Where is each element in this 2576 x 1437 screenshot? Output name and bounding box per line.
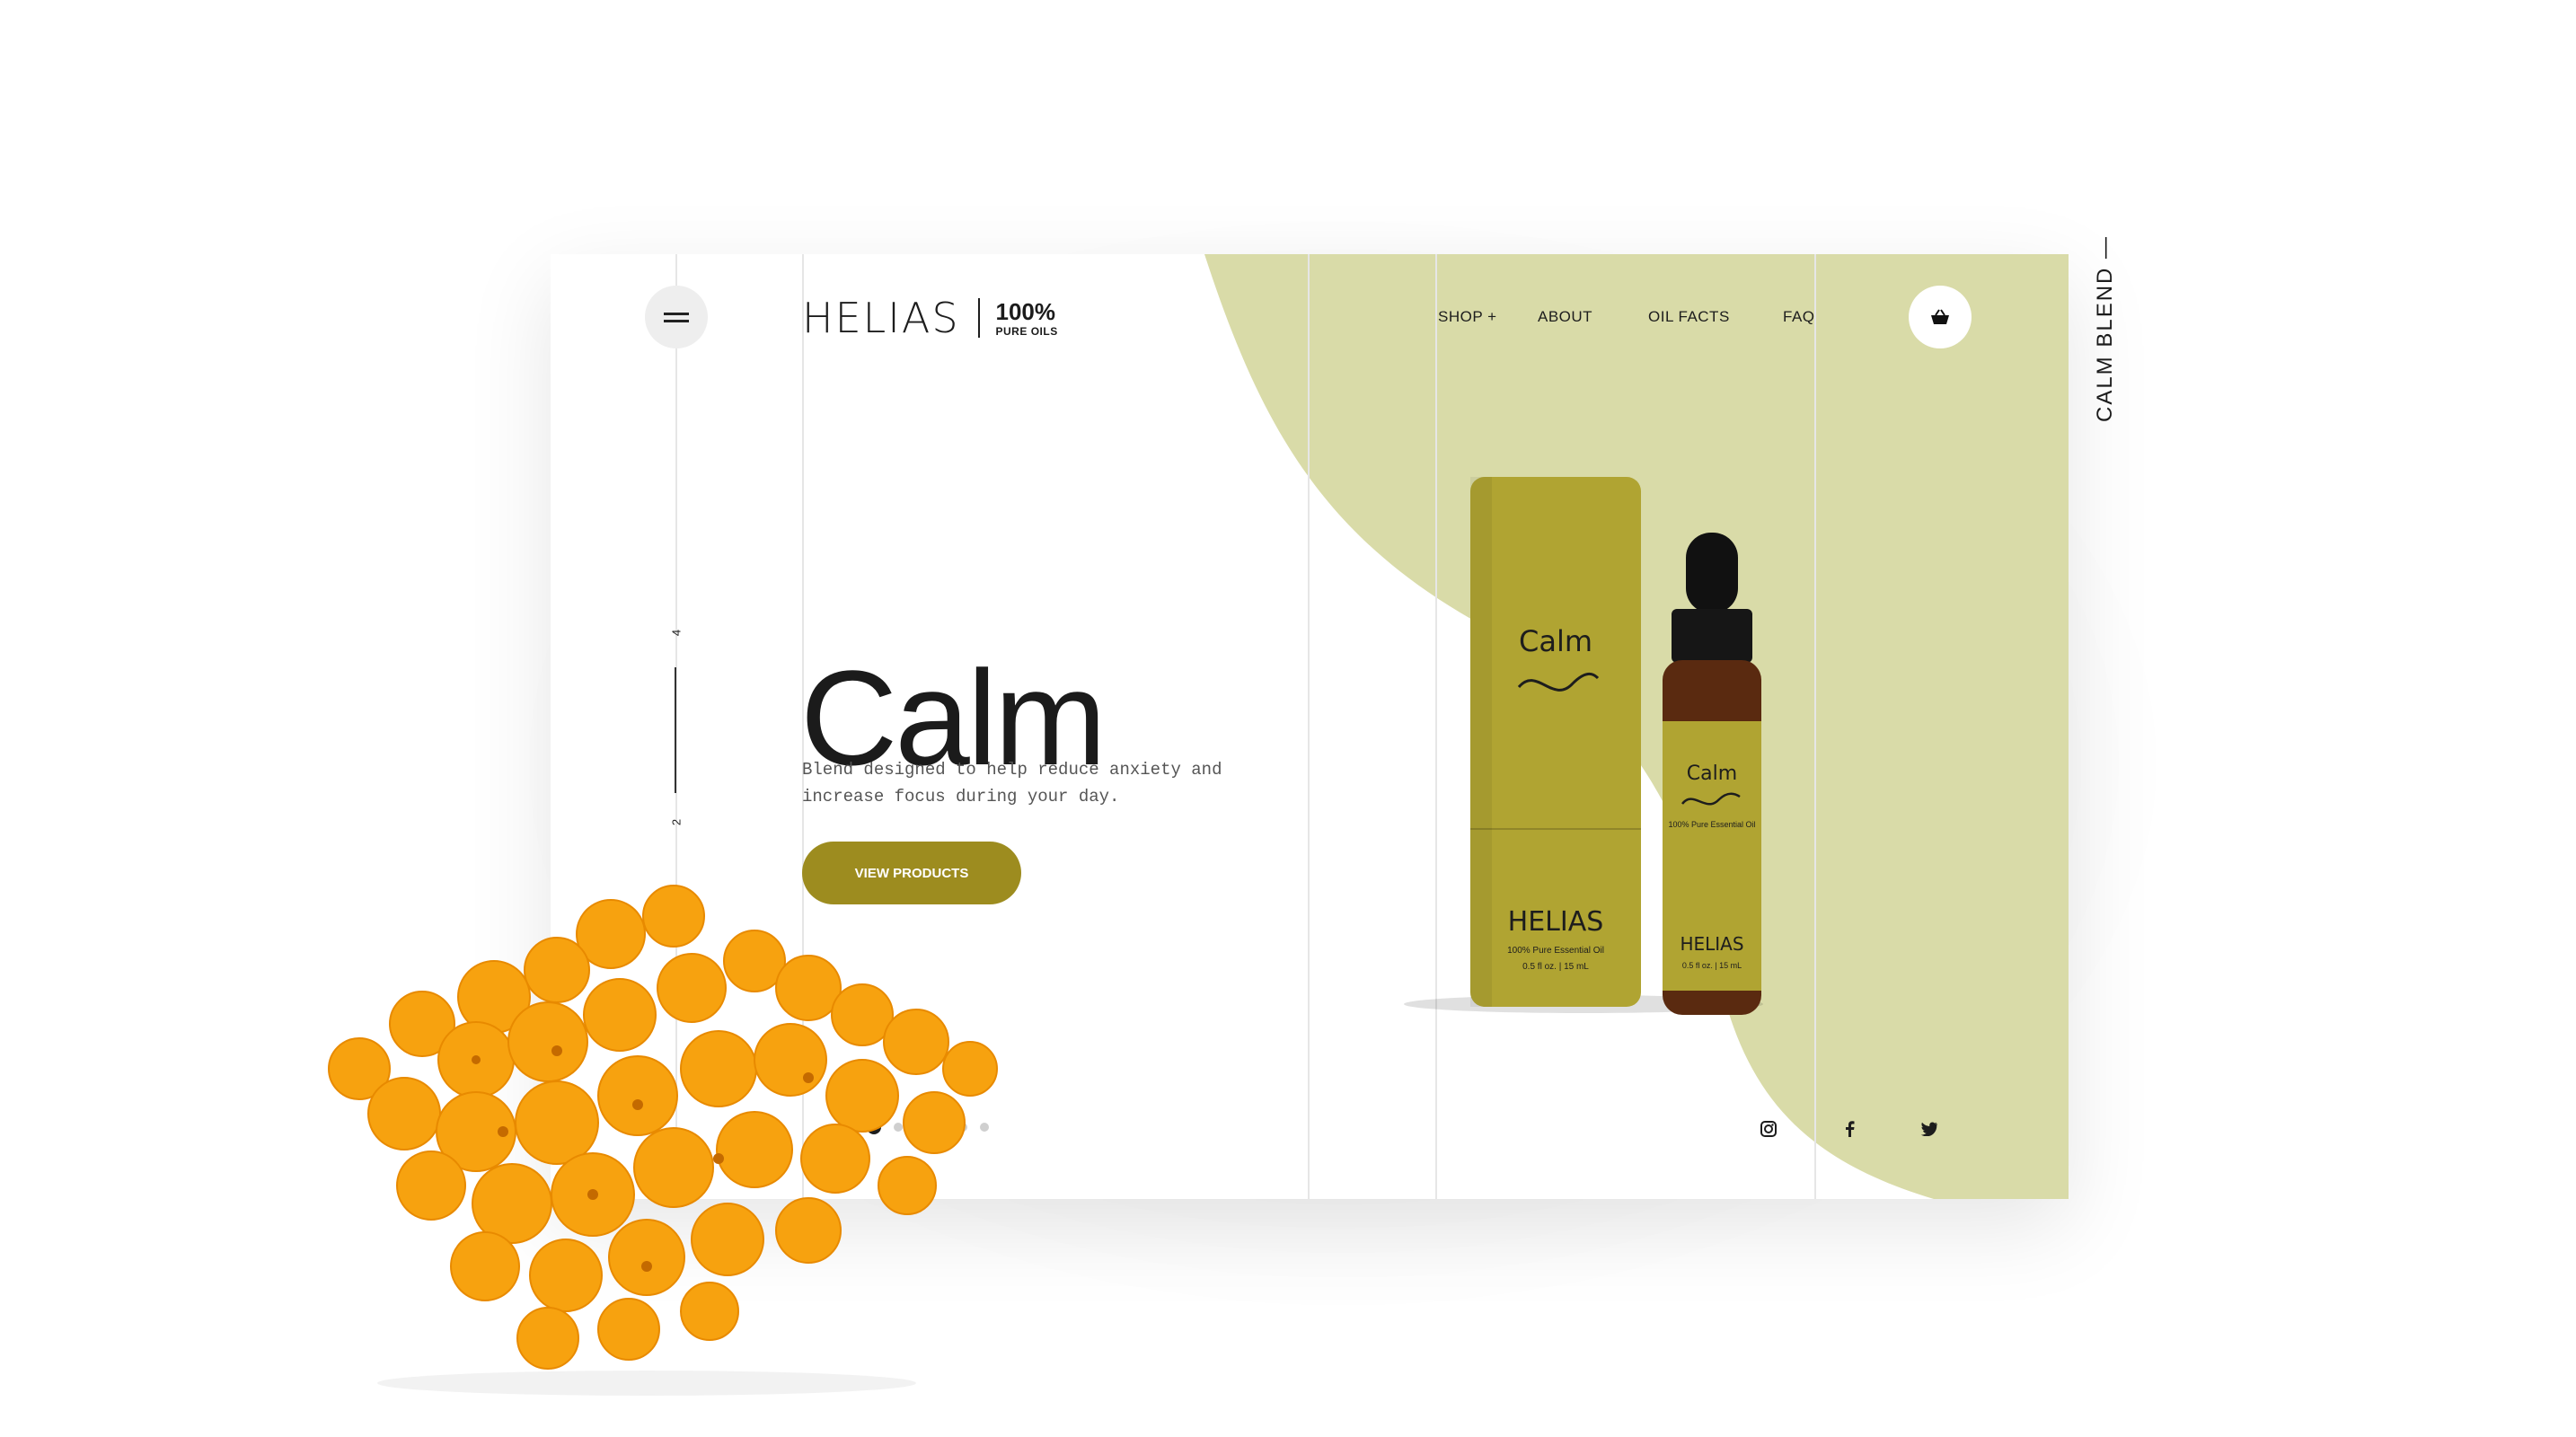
brand-tag-big: 100% [995,297,1056,325]
brand-logo[interactable]: HELIAS 100% PURE OILS [802,294,1058,342]
bottle-subtitle: 100% Pure Essential Oil [1668,820,1755,829]
side-label: CALM BLEND — [2093,234,2117,422]
bottle-dropper [1686,533,1738,613]
menu-button[interactable] [645,286,708,348]
instagram-link[interactable] [1758,1118,1779,1140]
nav-about[interactable]: ABOUT [1538,308,1592,326]
flower-image [328,885,998,1396]
tube-subtitle: 100% Pure Essential Oil [1507,946,1604,956]
tube-brand: HELIAS [1508,906,1604,938]
logo-divider [977,298,980,338]
hero-description: Blend designed to help reduce anxiety an… [802,760,1222,807]
brand-name: HELIAS [802,294,960,342]
twitter-icon [1920,1122,1937,1136]
brand-tag: 100% PURE OILS [996,300,1058,337]
grid-line [1308,254,1310,1199]
product-image: Calm HELIAS 100% Pure Essential Oil 0.5 … [1404,477,1763,1015]
bottle-brand: HELIAS [1680,933,1743,955]
nav-faq[interactable]: FAQ [1783,308,1815,326]
grid-line [1814,254,1816,1199]
bottle-size: 0.5 fl oz. | 15 mL [1682,961,1742,970]
facebook-icon [1846,1121,1855,1137]
tube-title: Calm [1519,624,1592,658]
cart-button[interactable] [1909,286,1972,348]
basket-icon [1931,309,1949,324]
slide-progress-bar [675,667,676,793]
bottle-title: Calm [1687,763,1737,785]
hamburger-icon [664,312,689,322]
instagram-icon [1760,1121,1777,1137]
brand-tag-small: PURE OILS [995,324,1058,338]
nav-oil-facts[interactable]: OIL FACTS [1648,308,1730,326]
twitter-link[interactable] [1918,1118,1939,1140]
tube-size: 0.5 fl oz. | 15 mL [1522,962,1589,972]
slide-count-total: 4 [669,629,684,637]
facebook-link[interactable] [1839,1118,1860,1140]
slide-current: 2 [669,818,684,826]
nav-shop[interactable]: SHOP + [1438,308,1497,326]
